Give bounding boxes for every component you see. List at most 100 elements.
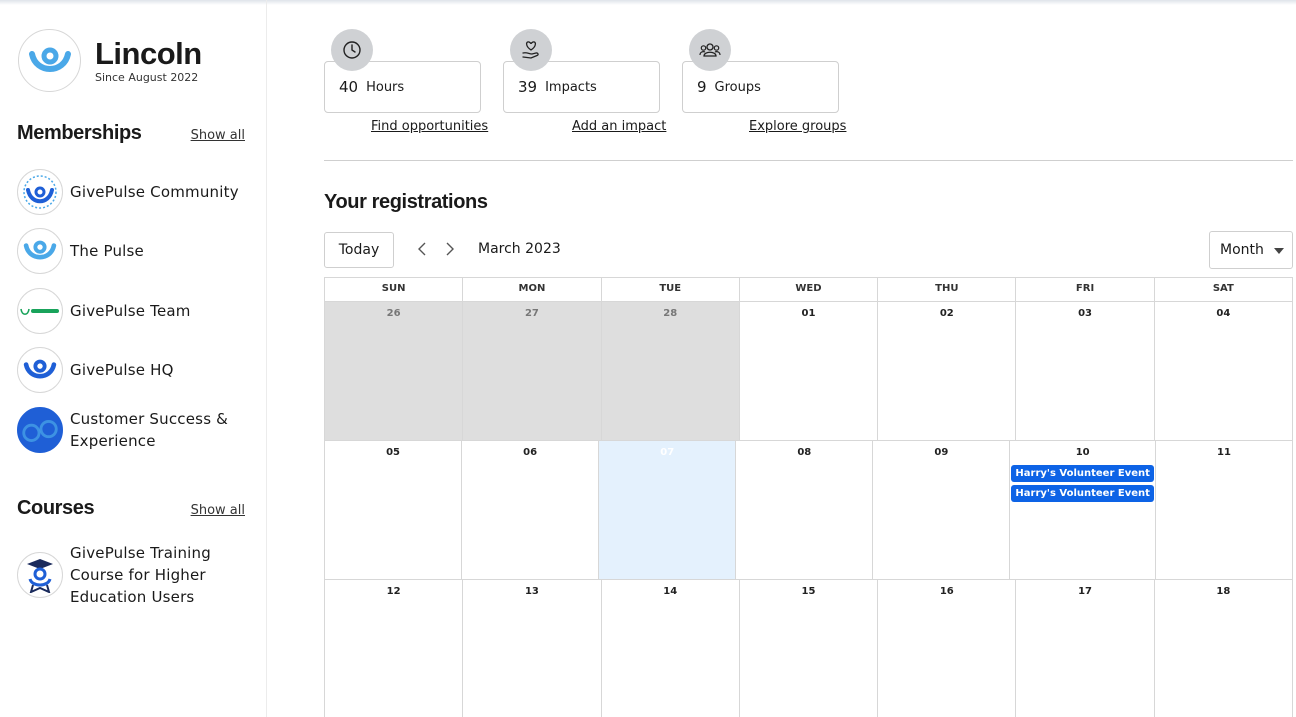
courses-header: Courses Show all <box>17 497 245 520</box>
calendar-day-cell[interactable]: 01 <box>739 302 879 441</box>
impacts-value: 39 <box>518 78 538 96</box>
day-number: 02 <box>939 308 954 319</box>
calendar-day-cell[interactable]: 03 <box>1016 302 1155 441</box>
membership-item-givepulse-team[interactable]: GivePulse Team <box>17 288 252 334</box>
givepulse-hq-logo-icon <box>17 347 63 393</box>
calendar-day-cell[interactable]: 06 <box>462 441 600 580</box>
day-number: 28 <box>663 308 678 319</box>
givepulse-logo-icon <box>28 47 71 72</box>
today-button[interactable]: Today <box>324 232 394 268</box>
calendar-day-cell-today[interactable]: 07 <box>599 441 737 580</box>
prev-month-button[interactable] <box>413 240 431 258</box>
explore-groups-link[interactable]: Explore groups <box>749 119 846 134</box>
calendar-day-cell[interactable]: 11 <box>1155 441 1293 580</box>
day-number: 18 <box>1216 586 1231 597</box>
membership-label: GivePulse Team <box>70 302 191 320</box>
day-number: 07 <box>660 447 675 458</box>
day-number: 13 <box>524 586 539 597</box>
memberships-title: Memberships <box>17 122 142 144</box>
calendar-day-cell[interactable]: 12 <box>325 580 464 717</box>
calendar-day-cell[interactable]: 28 <box>601 302 740 441</box>
hours-label: Hours <box>366 79 405 95</box>
calendar-day-cell[interactable]: 17 <box>1016 580 1155 717</box>
calendar-day-cell[interactable]: 13 <box>463 580 602 717</box>
calendar-day-cell[interactable]: 09 <box>873 441 1011 580</box>
calendar-day-cell[interactable]: 04 <box>1154 302 1293 441</box>
memberships-header: Memberships Show all <box>17 122 245 145</box>
profile-avatar[interactable] <box>18 29 81 92</box>
chevron-left-icon <box>418 242 426 256</box>
membership-item-givepulse-community[interactable]: GivePulse Community <box>17 169 252 215</box>
day-number: 05 <box>386 447 400 458</box>
calendar-day-cell[interactable]: 14 <box>602 580 740 717</box>
day-number: 26 <box>386 308 401 319</box>
membership-label: GivePulse Community <box>70 183 239 201</box>
caret-down-icon <box>1274 248 1284 254</box>
memberships-list: GivePulse Community The Pulse GivePulse … <box>17 169 252 453</box>
customer-success-logo-icon <box>17 407 63 453</box>
calendar-day-cell[interactable]: 26 <box>325 302 464 441</box>
givepulse-community-logo-icon <box>17 169 63 215</box>
courses-show-all-link[interactable]: Show all <box>191 503 245 518</box>
calendar-event[interactable]: Harry's Volunteer Event <box>1011 465 1154 482</box>
graduate-logo-icon <box>17 552 63 598</box>
day-number: 27 <box>524 308 539 319</box>
membership-label: GivePulse HQ <box>70 361 174 379</box>
day-number: 09 <box>934 447 949 458</box>
membership-label: Customer Success & Experience <box>70 410 229 450</box>
calendar-day-cell[interactable]: 18 <box>1155 580 1293 717</box>
day-number: 10 <box>1075 447 1090 458</box>
people-icon <box>689 29 731 71</box>
section-divider <box>324 160 1293 161</box>
weekday-wed: WED <box>739 278 879 302</box>
weekday-fri: FRI <box>1016 278 1155 302</box>
calendar-week-row: 05 06 07 08 09 10 Harry's Volunteer Even… <box>325 441 1293 580</box>
day-number: 11 <box>1216 447 1231 458</box>
calendar-day-cell[interactable]: 27 <box>463 302 602 441</box>
calendar-event[interactable]: Harry's Volunteer Event <box>1011 485 1154 502</box>
calendar-week-row: 26 27 28 01 02 03 04 <box>325 302 1293 441</box>
courses-title: Courses <box>17 497 95 519</box>
day-number: 15 <box>801 586 816 597</box>
day-number: 12 <box>386 586 401 597</box>
calendar-week-row: 12 13 14 15 16 17 18 <box>325 580 1293 717</box>
calendar-day-cell[interactable]: 16 <box>878 580 1017 717</box>
find-opportunities-link[interactable]: Find opportunities <box>371 119 488 134</box>
weekday-sun: SUN <box>325 278 464 302</box>
membership-item-customer-success[interactable]: Customer Success & Experience <box>17 407 252 453</box>
chevron-right-icon <box>446 242 454 256</box>
course-item[interactable]: GivePulse Training Course for Higher Edu… <box>17 542 252 608</box>
day-number: 17 <box>1078 586 1093 597</box>
memberships-show-all-link[interactable]: Show all <box>191 128 245 143</box>
calendar-day-cell[interactable]: 05 <box>325 441 463 580</box>
profile-name: Lincoln <box>95 35 202 71</box>
calendar-day-cell[interactable]: 10 Harry's Volunteer Event Harry's Volun… <box>1010 441 1156 580</box>
calendar-grid: SUN MON TUE WED THU FRI SAT 26 27 28 01 … <box>324 277 1293 717</box>
current-month-label: March 2023 <box>478 241 561 257</box>
membership-label: The Pulse <box>70 242 144 260</box>
registrations-title: Your registrations <box>324 191 488 213</box>
weekday-thu: THU <box>878 278 1017 302</box>
calendar-weekday-header: SUN MON TUE WED THU FRI SAT <box>325 278 1293 302</box>
calendar-day-cell[interactable]: 02 <box>878 302 1017 441</box>
day-number: 04 <box>1216 308 1231 319</box>
groups-label: Groups <box>714 79 761 95</box>
calendar-day-cell[interactable]: 15 <box>740 580 879 717</box>
calendar-view-select[interactable]: Month <box>1209 231 1293 269</box>
membership-item-the-pulse[interactable]: The Pulse <box>17 228 252 274</box>
view-select-value: Month <box>1220 242 1264 258</box>
courses-list: GivePulse Training Course for Higher Edu… <box>17 542 252 608</box>
next-month-button[interactable] <box>441 240 459 258</box>
day-number: 08 <box>797 447 812 458</box>
add-impact-link[interactable]: Add an impact <box>572 119 666 134</box>
day-number: 14 <box>663 586 678 597</box>
calendar-day-cell[interactable]: 08 <box>736 441 874 580</box>
givepulse-logo-icon <box>17 228 63 274</box>
membership-item-givepulse-hq[interactable]: GivePulse HQ <box>17 347 252 393</box>
weekday-tue: TUE <box>601 278 740 302</box>
day-number: 03 <box>1078 308 1093 319</box>
groups-value: 9 <box>697 78 707 96</box>
hours-value: 40 <box>339 78 359 96</box>
weekday-mon: MON <box>463 278 602 302</box>
givepulse-wordmark-logo-icon <box>17 288 63 334</box>
